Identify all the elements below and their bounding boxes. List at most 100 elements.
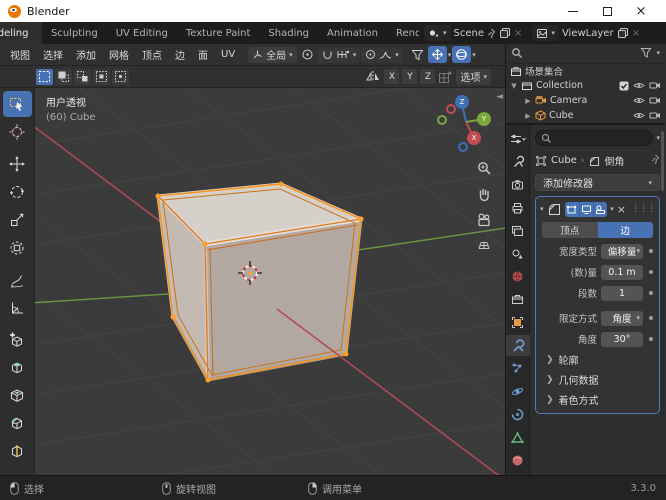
tab-modifier-properties[interactable] [505, 335, 530, 356]
viewlayer-browse-button[interactable]: ▾ [532, 25, 559, 41]
tab-material-properties[interactable] [506, 450, 530, 471]
section-profile[interactable]: ❯ 轮廓 [540, 352, 655, 368]
zoom-button[interactable] [474, 158, 494, 178]
angle-field[interactable]: 30° [601, 331, 643, 347]
camera-restrict-icon[interactable] [649, 96, 661, 105]
filter-funnel-icon[interactable] [640, 47, 652, 59]
gizmo-y-axis[interactable]: Y [477, 112, 491, 126]
tab-uv-editing[interactable]: UV Editing [107, 22, 177, 44]
properties-options-chevron[interactable]: ▾ [656, 134, 660, 142]
visibility-filter-dropdown[interactable] [408, 46, 427, 63]
gizmo-y-negative[interactable] [437, 115, 447, 125]
affect-vertices-button[interactable]: 顶点 [542, 222, 598, 238]
animate-dot[interactable] [647, 316, 655, 320]
camera-restrict-icon[interactable] [649, 81, 661, 90]
tool-annotate[interactable] [3, 267, 32, 293]
gizmo-z-axis[interactable]: Z [455, 95, 469, 109]
tab-texture-paint[interactable]: Texture Paint [177, 22, 260, 44]
tool-cursor[interactable] [3, 119, 32, 145]
minimize-button[interactable] [556, 0, 590, 22]
menu-face[interactable]: 面 [192, 44, 214, 65]
tab-render-properties[interactable] [506, 174, 530, 195]
breadcrumb-modifier[interactable]: 倒角 [604, 153, 624, 168]
search-icon[interactable] [511, 47, 523, 59]
snapping-group[interactable]: ▾ [317, 46, 361, 63]
gizmo-dropdown-chevron[interactable]: ▾ [448, 51, 452, 59]
filter-dropdown-chevron[interactable]: ▾ [656, 49, 660, 57]
outliner-camera-row[interactable]: ▶ Camera [506, 93, 665, 108]
gizmo-z-negative[interactable] [458, 142, 468, 152]
edit-mode-toggle[interactable] [564, 201, 579, 217]
mirror-y-button[interactable]: Y [402, 69, 418, 84]
properties-search-input[interactable] [535, 130, 654, 146]
animate-dot[interactable] [647, 337, 655, 341]
tool-move[interactable] [3, 151, 32, 177]
menu-select[interactable]: 选择 [37, 44, 69, 65]
pin-icon[interactable] [651, 154, 660, 165]
editor-type-dropdown[interactable] [506, 128, 530, 149]
eye-icon[interactable] [633, 111, 645, 120]
tab-particle-properties[interactable] [506, 358, 530, 379]
breadcrumb-object[interactable]: Cube [551, 155, 577, 166]
tool-select-box[interactable] [2, 91, 32, 117]
select-mode-new-icon[interactable] [36, 68, 53, 85]
menu-add[interactable]: 添加 [70, 44, 102, 65]
tab-object-data-properties[interactable] [506, 427, 530, 448]
outliner-collection-row[interactable]: ▼ Collection [506, 79, 665, 94]
drag-handle-icon[interactable]: ⋮⋮⋮ [631, 204, 656, 214]
tab-rendering[interactable]: Rendering [387, 22, 419, 44]
tab-tool-properties[interactable] [506, 151, 530, 172]
select-mode-invert-icon[interactable] [93, 68, 110, 85]
tool-scale[interactable] [3, 207, 32, 233]
tab-sculpting[interactable]: Sculpting [42, 22, 107, 44]
select-mode-subtract-icon[interactable] [74, 68, 91, 85]
properties-scrollbar[interactable] [661, 131, 664, 191]
add-modifier-button[interactable]: 添加修改器 ▾ [535, 174, 660, 191]
pivot-point-dropdown[interactable] [298, 46, 317, 63]
render-toggle[interactable] [593, 201, 608, 217]
tab-modeling[interactable]: Modeling [0, 22, 42, 44]
tab-scene-properties[interactable] [506, 243, 530, 264]
expand-arrow-icon[interactable]: ▼ [510, 82, 518, 90]
tab-animation[interactable]: Animation [318, 22, 387, 44]
amount-field[interactable]: 0.1 m [601, 264, 643, 280]
modifier-extras-dropdown[interactable]: ▾ [610, 205, 614, 213]
tab-viewlayer-properties[interactable] [506, 220, 530, 241]
tool-inset-faces[interactable] [3, 383, 32, 409]
panel-expand-chevron[interactable]: ▾ [540, 205, 544, 213]
scene-browse-button[interactable]: ▾ [424, 25, 451, 41]
show-overlays-toggle[interactable] [452, 46, 472, 63]
options-dropdown[interactable]: 选项 ▾ [456, 68, 491, 85]
proportional-edit-group[interactable]: ▾ [361, 46, 403, 63]
camera-view-button[interactable] [474, 210, 494, 230]
tab-physics-properties[interactable] [506, 381, 530, 402]
section-geometry[interactable]: ❯ 几何数据 [540, 372, 655, 388]
tab-output-properties[interactable] [506, 197, 530, 218]
maximize-button[interactable] [590, 0, 624, 22]
close-button[interactable]: × [624, 0, 658, 22]
tab-collection-properties[interactable] [506, 289, 530, 310]
transform-orientation-dropdown[interactable]: 全局 ▾ [248, 46, 297, 63]
menu-edge[interactable]: 边 [169, 44, 191, 65]
tool-measure[interactable] [3, 295, 32, 321]
outliner-scene-collection[interactable]: 场景集合 [506, 64, 665, 79]
tool-bevel[interactable] [3, 411, 32, 437]
new-viewlayer-icon[interactable] [617, 27, 629, 39]
tool-add-cube[interactable] [3, 327, 32, 353]
remove-modifier-button[interactable]: × [617, 203, 626, 216]
outliner-cube-row[interactable]: ▶ Cube [506, 108, 665, 123]
eye-icon[interactable] [633, 81, 645, 90]
menu-vertex[interactable]: 顶点 [136, 44, 168, 65]
tool-loop-cut[interactable] [3, 439, 32, 465]
sidebar-collapse-arrow[interactable]: ◄ [496, 92, 503, 102]
affect-edges-button[interactable]: 边 [597, 222, 653, 238]
gizmo-x-axis[interactable]: X [467, 131, 481, 145]
animate-dot[interactable] [647, 270, 655, 274]
viewport-3d[interactable]: 用户透视 (60) Cube ◄ Z Y X [0, 88, 505, 475]
checkbox-icon[interactable] [619, 81, 629, 91]
width-type-dropdown[interactable]: 偏移量 ▾ [601, 243, 643, 259]
pin-icon[interactable] [487, 28, 496, 39]
select-mode-extend-icon[interactable] [55, 68, 72, 85]
show-gizmo-toggle[interactable] [427, 46, 447, 63]
realtime-toggle[interactable] [578, 201, 594, 217]
